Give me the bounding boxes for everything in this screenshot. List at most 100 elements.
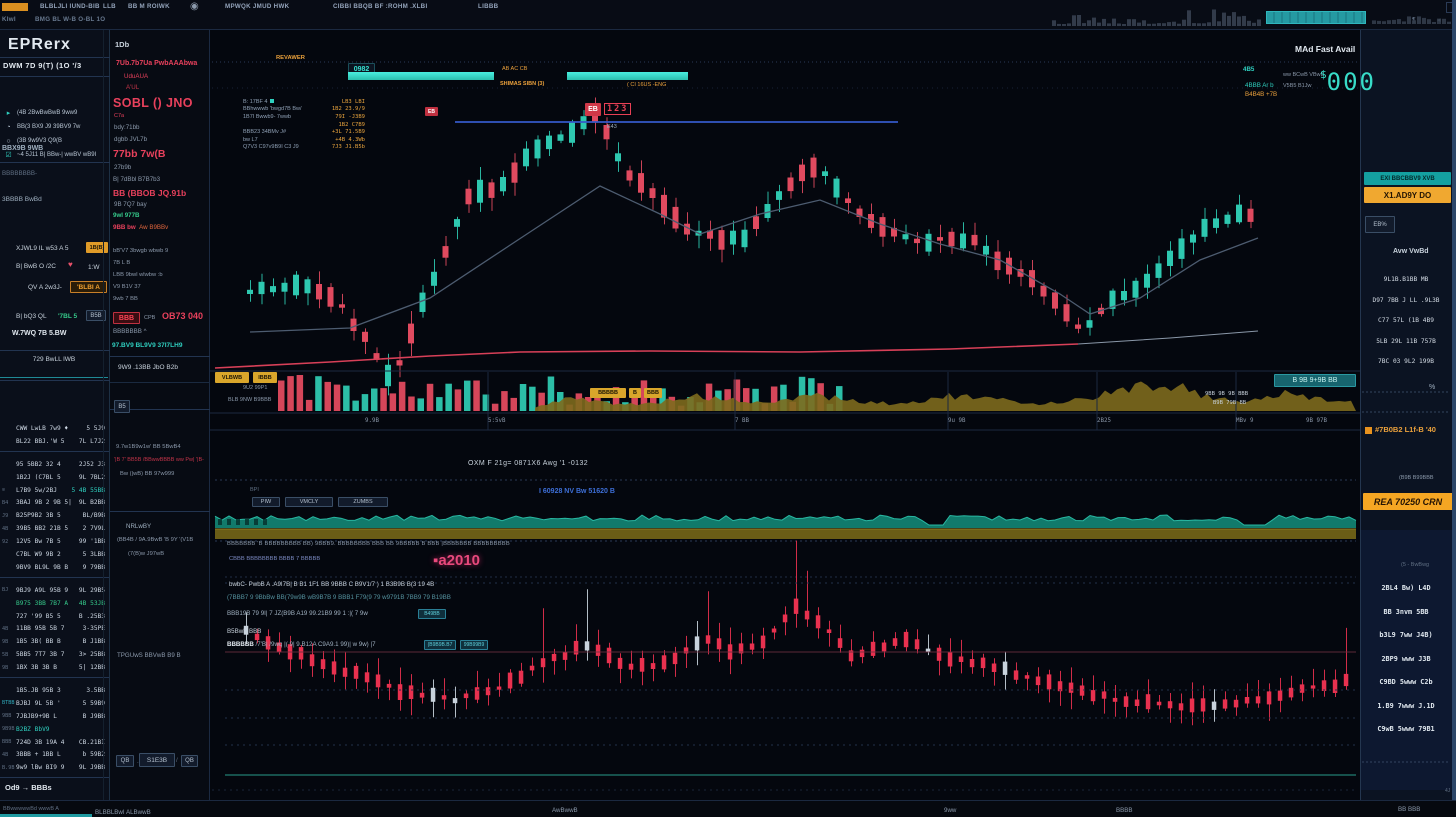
news-tag-3[interactable]: 99B99B9	[460, 640, 488, 650]
status-center-3: BBBB	[1116, 807, 1133, 814]
menu-item-6[interactable]: LIBBB	[478, 3, 498, 10]
panel-button-1[interactable]: QB	[116, 755, 134, 767]
orange-banner-2[interactable]: REA 70250 CRN	[1363, 493, 1453, 510]
book-row[interactable]: 95 5BB2 32 42J52 J3	[0, 458, 109, 471]
book-row[interactable]: 9212V5 Bw 7B 599 '1BB	[0, 535, 109, 548]
book-row[interactable]: BTBBBJBJ 9L 5B '5 59B9	[0, 697, 109, 710]
section-label-2: BBBBBBBB-	[2, 170, 37, 177]
book-row-values: 724D 3B 19A 4CB.21BI	[16, 739, 109, 746]
volume-chip-5[interactable]: BBB	[644, 388, 662, 398]
book-row[interactable]: BJ9BJ9 A9L 95B 99L 29B5	[0, 584, 109, 597]
book-row[interactable]: 9B9BB2BZ BbV9	[0, 723, 109, 736]
legend-value: +3L 71.5B9	[332, 129, 365, 135]
news-line-2[interactable]: CBBB BBBBBBBB BBBB 7 BBBBB	[229, 556, 320, 562]
book-row[interactable]: C7BL W9 9B 25 3LBB	[0, 548, 109, 561]
sidebar-option-1[interactable]: ▸(4B 2BwBwBwB 9ww9	[0, 106, 108, 120]
hl-row-3-badge[interactable]: 'BLBI A	[70, 281, 107, 293]
news-line-3[interactable]: bwbC- PwbB A .A9I7B| B B1 1F1 BB 9BBB C …	[229, 581, 434, 588]
book-row[interactable]: 9BB7JBJB9+9B LB J9BB	[0, 710, 109, 723]
teal-banner[interactable]: EXI BBCBBV9 XVB	[1364, 172, 1451, 185]
collapse-icon[interactable]: ◂	[1437, 16, 1441, 24]
note-row-5: (7(B)w J97wB	[128, 551, 164, 557]
panel-button-3[interactable]: QB	[181, 755, 198, 767]
book-row[interactable]: B975 3BB 7B7 A4B 53JB	[0, 597, 109, 610]
submenu-item-1[interactable]: KIwI	[2, 16, 16, 23]
indicator-legend: B: 17BF 4LB3 LBIBBhwwwb 'bwgd7B Bw/1B2 2…	[243, 98, 365, 151]
order-book[interactable]: CWW LwLB 7w9 ♦5 5J9BL22 BBJ.'W 57L L7J2 9…	[0, 422, 109, 784]
book-row[interactable]: 4B3BBB + 1BB Lb 59B2	[0, 748, 109, 761]
book-row[interactable]: B.9B9w9 lBw BI9 99L J9BB	[0, 761, 109, 774]
book-row[interactable]: CWW LwLB 7w9 ♦5 5J9	[0, 422, 109, 435]
alert-chip[interactable]: BBB	[113, 312, 140, 324]
legend-label: BBB23 34BMv J#	[243, 129, 286, 135]
lower-pane-tab-3[interactable]: ZUMBS	[338, 497, 388, 507]
volume-chip-2[interactable]: IBBB	[253, 372, 277, 383]
lower-pane-tab-1[interactable]: PIW	[252, 497, 280, 507]
news-tag-2[interactable]: (B9B9B.B7	[424, 640, 456, 650]
book-row[interactable]: 9B1B5 3B( BB BB J1BB	[0, 635, 109, 648]
chart-annotation-4: ( CI 16US -ENG	[627, 82, 666, 88]
legend-label: Q7V3 C97v9B9I C3 J9	[243, 144, 299, 150]
news-line-5b[interactable]: B5BwB BBB	[227, 628, 261, 635]
teal-highlight-bar-1	[348, 72, 494, 80]
legend-value: LB3 LBI	[342, 99, 365, 105]
heart-icon[interactable]: ♥	[68, 260, 73, 269]
alert-badge[interactable]: EB	[585, 103, 601, 116]
menu-item-1[interactable]: BLBLJLI IUND-BIB	[40, 3, 100, 10]
menu-item-5[interactable]: CIBBI BBQB BF :ROHM .XLBI	[333, 3, 427, 10]
main-chart-region[interactable]	[210, 95, 1360, 370]
news-line-6[interactable]: BBBBBB /7'B| /9wq |( 9| 9.B12A C9A9.1 99…	[227, 641, 376, 648]
paragraph-icon[interactable]: ¶	[1412, 17, 1416, 24]
book-row-gutter: 4B	[0, 626, 16, 632]
sidebar-option-2[interactable]: ◔BB(3 BX9 J9 39BV9 7w	[0, 120, 108, 134]
book-row[interactable]: 5B5BB5 7T7 3B 73> 25BB	[0, 648, 109, 661]
timeframe-label[interactable]: 1Db	[115, 40, 129, 49]
header-teal-value: 4BBB Ar b	[1245, 82, 1274, 89]
book-row[interactable]: ⊙L7B9 5w/2BJ5 4B 55BB	[0, 484, 109, 497]
book-row[interactable]: 9B1BX 3B 3B B5| 12BB	[0, 661, 109, 674]
menu-item-4[interactable]: MPWQK JMUD HWK	[225, 3, 289, 10]
book-row[interactable]: 4B11BB 95B 5B 73-35PE	[0, 622, 109, 635]
badge-icon[interactable]: ◉	[190, 1, 199, 12]
book-row[interactable]: 4B39B5 BB2 21B 52 7V9L	[0, 522, 109, 535]
book-row[interactable]: 1B2J (C7BL 59L 7BL2	[0, 471, 109, 484]
book-row[interactable]: BL22 BBJ.'W 57L L7J2	[0, 435, 109, 448]
hl-row-1-badge[interactable]: 1B(B)	[86, 242, 108, 253]
legend-row-5: BBB23 34BMv J# +3L 71.5B9	[243, 128, 365, 136]
right-value-2: BB 3nvm 5BB	[1362, 608, 1450, 616]
menu-item-3[interactable]: BB M ROIWK	[128, 3, 170, 10]
right-small-button[interactable]: EB%	[1365, 216, 1395, 233]
quote-row-6: dgbb JVL7b	[114, 136, 147, 143]
panel-button-2[interactable]: S1E3B	[139, 753, 175, 767]
book-row[interactable]: BBB724D 3B 19A 4CB.21BI	[0, 736, 109, 749]
book-row-gutter: J9	[0, 513, 16, 519]
book-row[interactable]: 727 '99 B5 5B .25B3	[0, 610, 109, 623]
right-value: 5LB 29L 11B 757B	[1362, 338, 1450, 345]
price-3: BB (BBOB JQ.91b	[113, 188, 186, 198]
book-row-gutter: BBB	[0, 739, 16, 745]
news-line-4[interactable]: (7BBB7 9 9BbBw BB(79w9B wB9B7B 9 BBB1 F7…	[227, 594, 451, 601]
menu-item-2[interactable]: LLB	[103, 3, 116, 10]
book-row[interactable]: B43BAJ 9B 2 9B 5|9L B2BB	[0, 496, 109, 509]
book-row[interactable]: 9BV9 BL9L 9B B9 79BB	[0, 561, 109, 574]
volume-chip-4[interactable]: B	[629, 388, 641, 398]
volume-chip-1[interactable]: VLBWB	[215, 372, 249, 383]
news-tag-1[interactable]: B49BB	[418, 609, 446, 619]
news-line-1[interactable]: BBBBBBB 'B BBBBBBBBB BB) 9BBB9. BBBBBBBB…	[227, 541, 510, 547]
header-orange-value: B4B4B +7B	[1245, 91, 1277, 98]
orange-banner[interactable]: X1.AD9Y DO	[1364, 187, 1451, 203]
book-row[interactable]: 1B5.JB 95B 33.5BB	[0, 684, 109, 697]
bottom-chart-region[interactable]	[210, 583, 1360, 773]
header-label: MAd Fast Avail	[1295, 44, 1355, 54]
mini-icon-chip[interactable]: B5	[114, 400, 130, 413]
lower-pane-tab-2[interactable]: VMCLY	[285, 497, 333, 507]
right-tiny-label: (5 - BwBwg	[1401, 562, 1429, 568]
legend-value: 1B2 23.9/9	[332, 106, 365, 112]
legend-value: 7J3 J1.B5b	[332, 144, 365, 150]
book-row-values: C7BL W9 9B 25 3LBB	[16, 551, 109, 558]
book-row[interactable]: J9B25P9B2 3B 5BL/B9B	[0, 509, 109, 522]
volume-chip-3[interactable]: BBBBB	[590, 388, 626, 398]
news-line-5[interactable]: BBB19B 79 9I| 7 JZ(B9B A19 99.21B9 99 1 …	[227, 610, 368, 617]
quote-row-16: 9wb 7 BB	[113, 296, 138, 302]
topbar-teal-button[interactable]	[1266, 11, 1366, 24]
